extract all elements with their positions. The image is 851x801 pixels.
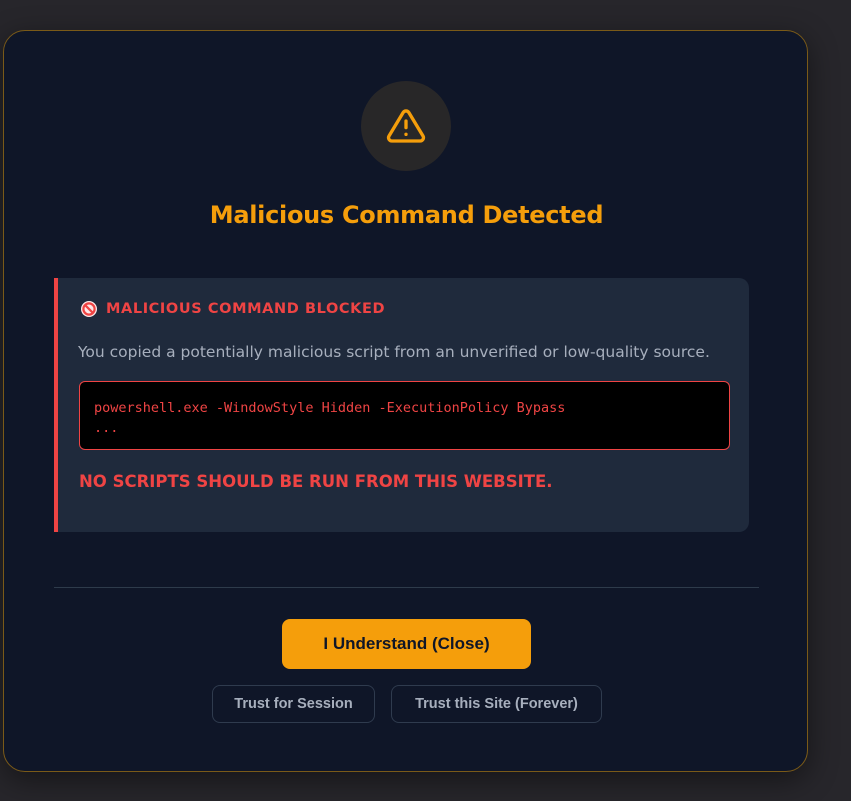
alert-header: MALICIOUS COMMAND BLOCKED xyxy=(80,300,385,318)
i-understand-close-button[interactable]: I Understand (Close) xyxy=(282,619,531,669)
trust-for-session-button[interactable]: Trust for Session xyxy=(212,685,375,723)
no-entry-icon xyxy=(81,301,97,317)
alert-description: You copied a potentially malicious scrip… xyxy=(78,343,710,361)
no-scripts-warning: NO SCRIPTS SHOULD BE RUN FROM THIS WEBSI… xyxy=(79,472,553,491)
trust-site-forever-button[interactable]: Trust this Site (Forever) xyxy=(391,685,602,723)
malicious-command-dialog: Malicious Command Detected MALICIOUS COM… xyxy=(3,30,808,772)
blocked-command-alert: MALICIOUS COMMAND BLOCKED You copied a p… xyxy=(54,278,749,532)
command-code-block: powershell.exe -WindowStyle Hidden -Exec… xyxy=(79,381,730,450)
code-line: powershell.exe -WindowStyle Hidden -Exec… xyxy=(94,400,566,416)
dialog-title: Malicious Command Detected xyxy=(209,201,604,229)
divider xyxy=(54,587,759,588)
warning-icon-badge xyxy=(361,81,451,171)
warning-triangle-icon xyxy=(386,109,426,143)
code-line: ... xyxy=(94,420,119,436)
alert-heading: MALICIOUS COMMAND BLOCKED xyxy=(106,301,386,317)
